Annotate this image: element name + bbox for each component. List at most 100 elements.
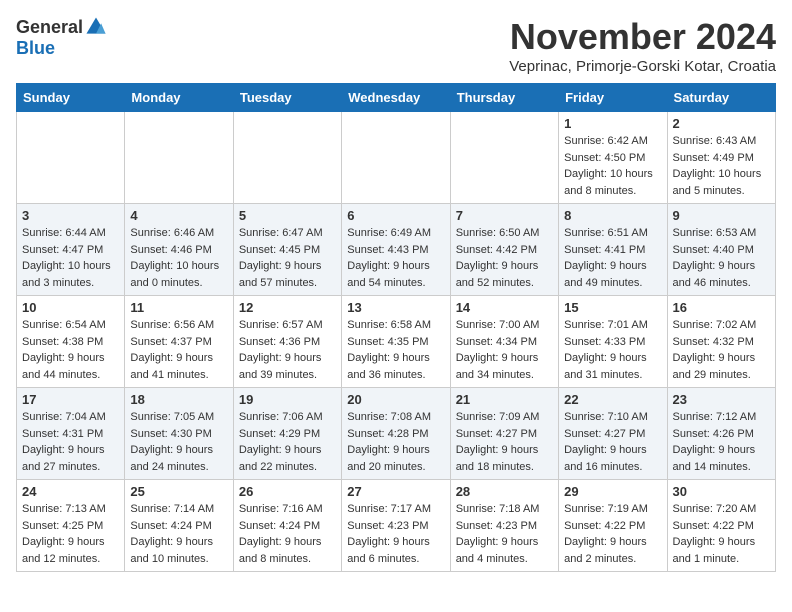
calendar-header: Sunday Monday Tuesday Wednesday Thursday…: [17, 84, 776, 112]
calendar-week-0: 1 Sunrise: 6:42 AMSunset: 4:50 PMDaylight…: [17, 112, 776, 204]
calendar-week-2: 10 Sunrise: 6:54 AMSunset: 4:38 PMDayligh…: [17, 296, 776, 388]
logo-icon: [85, 16, 107, 38]
day-number: 1: [564, 116, 661, 131]
day-info: Sunrise: 6:56 AMSunset: 4:37 PMDaylight:…: [130, 317, 227, 383]
calendar-week-1: 3 Sunrise: 6:44 AMSunset: 4:47 PMDaylight…: [17, 204, 776, 296]
day-info: Sunrise: 6:50 AMSunset: 4:42 PMDaylight:…: [456, 225, 553, 291]
calendar-week-3: 17 Sunrise: 7:04 AMSunset: 4:31 PMDayligh…: [17, 388, 776, 480]
day-number: 30: [673, 484, 770, 499]
calendar-cell: 26Sunrise: 7:16 AMSunset: 4:24 PMDayligh…: [233, 480, 341, 572]
title-section: November 2024 Veprinac, Primorje-Gorski …: [509, 16, 776, 75]
day-info: Sunrise: 6:53 AMSunset: 4:40 PMDaylight:…: [673, 225, 770, 291]
calendar-cell: 2Sunrise: 6:43 AMSunset: 4:49 PMDaylight…: [667, 112, 775, 204]
day-info: Sunrise: 6:42 AMSunset: 4:50 PMDaylight:…: [564, 133, 661, 199]
calendar-cell: 17 Sunrise: 7:04 AMSunset: 4:31 PMDayligh…: [17, 388, 125, 480]
col-monday: Monday: [125, 84, 233, 112]
calendar-cell: [125, 112, 233, 204]
calendar-cell: 6 Sunrise: 6:49 AMSunset: 4:43 PMDaylight…: [342, 204, 450, 296]
calendar-cell: 18 Sunrise: 7:05 AMSunset: 4:30 PMDayligh…: [125, 388, 233, 480]
day-number: 23: [673, 392, 770, 407]
day-number: 8: [564, 208, 661, 223]
day-info: Sunrise: 7:01 AMSunset: 4:33 PMDaylight:…: [564, 317, 661, 383]
calendar-cell: 27 Sunrise: 7:17 AMSunset: 4:23 PMDayligh…: [342, 480, 450, 572]
calendar-cell: 3 Sunrise: 6:44 AMSunset: 4:47 PMDaylight…: [17, 204, 125, 296]
day-info: Sunrise: 7:13 AMSunset: 4:25 PMDaylight:…: [22, 501, 119, 567]
calendar-cell: 13Sunrise: 6:58 AMSunset: 4:35 PMDayligh…: [342, 296, 450, 388]
day-info: Sunrise: 7:05 AMSunset: 4:30 PMDaylight:…: [130, 409, 227, 475]
day-number: 15: [564, 300, 661, 315]
day-number: 4: [130, 208, 227, 223]
calendar-cell: 21 Sunrise: 7:09 AMSunset: 4:27 PMDayligh…: [450, 388, 558, 480]
col-sunday: Sunday: [17, 84, 125, 112]
day-info: Sunrise: 7:02 AMSunset: 4:32 PMDaylight:…: [673, 317, 770, 383]
day-number: 24: [22, 484, 119, 499]
day-number: 28: [456, 484, 553, 499]
day-number: 11: [130, 300, 227, 315]
day-number: 2: [673, 116, 770, 131]
day-info: Sunrise: 7:16 AMSunset: 4:24 PMDaylight:…: [239, 501, 336, 567]
day-number: 18: [130, 392, 227, 407]
calendar-cell: 22 Sunrise: 7:10 AMSunset: 4:27 PMDayligh…: [559, 388, 667, 480]
calendar-cell: 8Sunrise: 6:51 AMSunset: 4:41 PMDaylight…: [559, 204, 667, 296]
logo-general-text: General: [16, 17, 83, 38]
day-number: 13: [347, 300, 444, 315]
col-saturday: Saturday: [667, 84, 775, 112]
logo-blue-text: Blue: [16, 38, 55, 58]
calendar-cell: 20Sunrise: 7:08 AMSunset: 4:28 PMDayligh…: [342, 388, 450, 480]
day-number: 9: [673, 208, 770, 223]
day-number: 6: [347, 208, 444, 223]
calendar-cell: 23 Sunrise: 7:12 AMSunset: 4:26 PMDayligh…: [667, 388, 775, 480]
day-number: 21: [456, 392, 553, 407]
day-number: 14: [456, 300, 553, 315]
day-number: 17: [22, 392, 119, 407]
day-info: Sunrise: 7:14 AMSunset: 4:24 PMDaylight:…: [130, 501, 227, 567]
day-info: Sunrise: 7:17 AMSunset: 4:23 PMDaylight:…: [347, 501, 444, 567]
day-number: 27: [347, 484, 444, 499]
day-number: 25: [130, 484, 227, 499]
col-wednesday: Wednesday: [342, 84, 450, 112]
day-info: Sunrise: 7:04 AMSunset: 4:31 PMDaylight:…: [22, 409, 119, 475]
day-number: 16: [673, 300, 770, 315]
calendar-cell: 28 Sunrise: 7:18 AMSunset: 4:23 PMDayligh…: [450, 480, 558, 572]
calendar-week-4: 24 Sunrise: 7:13 AMSunset: 4:25 PMDayligh…: [17, 480, 776, 572]
day-info: Sunrise: 6:44 AMSunset: 4:47 PMDaylight:…: [22, 225, 119, 291]
calendar-cell: 15 Sunrise: 7:01 AMSunset: 4:33 PMDayligh…: [559, 296, 667, 388]
calendar-cell: 11 Sunrise: 6:56 AMSunset: 4:37 PMDayligh…: [125, 296, 233, 388]
col-tuesday: Tuesday: [233, 84, 341, 112]
header-row: Sunday Monday Tuesday Wednesday Thursday…: [17, 84, 776, 112]
day-info: Sunrise: 7:10 AMSunset: 4:27 PMDaylight:…: [564, 409, 661, 475]
calendar-cell: 29Sunrise: 7:19 AMSunset: 4:22 PMDayligh…: [559, 480, 667, 572]
day-number: 7: [456, 208, 553, 223]
day-info: Sunrise: 7:09 AMSunset: 4:27 PMDaylight:…: [456, 409, 553, 475]
calendar-cell: [342, 112, 450, 204]
day-info: Sunrise: 7:12 AMSunset: 4:26 PMDaylight:…: [673, 409, 770, 475]
day-number: 20: [347, 392, 444, 407]
day-number: 29: [564, 484, 661, 499]
day-info: Sunrise: 6:49 AMSunset: 4:43 PMDaylight:…: [347, 225, 444, 291]
calendar-cell: 24 Sunrise: 7:13 AMSunset: 4:25 PMDayligh…: [17, 480, 125, 572]
calendar-cell: 5Sunrise: 6:47 AMSunset: 4:45 PMDaylight…: [233, 204, 341, 296]
day-number: 22: [564, 392, 661, 407]
calendar-cell: 9 Sunrise: 6:53 AMSunset: 4:40 PMDaylight…: [667, 204, 775, 296]
calendar-cell: [233, 112, 341, 204]
month-title: November 2024: [509, 16, 776, 58]
day-number: 19: [239, 392, 336, 407]
day-info: Sunrise: 7:20 AMSunset: 4:22 PMDaylight:…: [673, 501, 770, 567]
day-number: 3: [22, 208, 119, 223]
calendar-cell: 1 Sunrise: 6:42 AMSunset: 4:50 PMDaylight…: [559, 112, 667, 204]
calendar-cell: 10 Sunrise: 6:54 AMSunset: 4:38 PMDayligh…: [17, 296, 125, 388]
page-header: General Blue November 2024 Veprinac, Pri…: [16, 16, 776, 75]
day-info: Sunrise: 7:06 AMSunset: 4:29 PMDaylight:…: [239, 409, 336, 475]
calendar-body: 1 Sunrise: 6:42 AMSunset: 4:50 PMDaylight…: [17, 112, 776, 572]
day-info: Sunrise: 7:00 AMSunset: 4:34 PMDaylight:…: [456, 317, 553, 383]
day-info: Sunrise: 7:18 AMSunset: 4:23 PMDaylight:…: [456, 501, 553, 567]
day-number: 10: [22, 300, 119, 315]
location: Veprinac, Primorje-Gorski Kotar, Croatia: [509, 58, 776, 75]
day-info: Sunrise: 6:46 AMSunset: 4:46 PMDaylight:…: [130, 225, 227, 291]
day-number: 12: [239, 300, 336, 315]
calendar-cell: 19 Sunrise: 7:06 AMSunset: 4:29 PMDayligh…: [233, 388, 341, 480]
calendar-cell: 4 Sunrise: 6:46 AMSunset: 4:46 PMDaylight…: [125, 204, 233, 296]
day-info: Sunrise: 6:54 AMSunset: 4:38 PMDaylight:…: [22, 317, 119, 383]
calendar-cell: 14 Sunrise: 7:00 AMSunset: 4:34 PMDayligh…: [450, 296, 558, 388]
calendar-cell: [450, 112, 558, 204]
